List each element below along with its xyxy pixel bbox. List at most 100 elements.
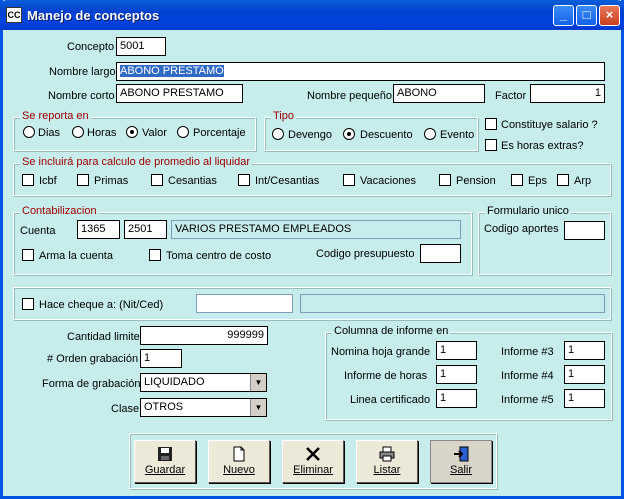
centro-costo-label: Toma centro de costo [166, 250, 272, 262]
clase-value: OTROS [144, 401, 184, 413]
radio-porcentaje-label: Porcentaje [193, 127, 246, 139]
radio-horas-label: Horas [87, 127, 117, 139]
listar-button[interactable]: Listar [356, 440, 418, 483]
orden-grabacion-input[interactable]: 1 [140, 349, 182, 368]
arp-label: Arp [574, 175, 592, 187]
close-button[interactable]: × [599, 5, 620, 26]
promedio-title: Se incluirá para calculo de promedio al … [20, 156, 253, 168]
constituye-salario-checkbox[interactable] [485, 118, 497, 130]
nuevo-button[interactable]: Nuevo [208, 440, 270, 483]
icbf-checkbox[interactable] [22, 174, 34, 186]
radio-evento-label: Evento [440, 129, 475, 141]
save-icon [158, 447, 172, 461]
nombre-largo-input[interactable]: ABONO PRESTAMO [116, 62, 605, 81]
nombre-largo-value: ABONO PRESTAMO [120, 65, 224, 77]
tipo-title: Tipo [271, 110, 296, 122]
centro-costo-checkbox[interactable] [149, 249, 161, 261]
linea-certificado-input[interactable]: 1 [436, 389, 477, 408]
hace-cheque-label: Hace cheque a: (Nit/Ced) [39, 299, 164, 311]
vacaciones-label: Vacaciones [360, 175, 417, 187]
radio-horas[interactable] [72, 126, 84, 138]
nombre-largo-label: Nombre largo [49, 66, 116, 78]
informe3-input[interactable]: 1 [564, 341, 605, 360]
cantidad-limite-label: Cantidad limite [67, 331, 140, 343]
radio-descuento-label: Descuento [360, 129, 413, 141]
minimize-button[interactable]: _ [553, 5, 574, 26]
cuenta2-input[interactable]: 2501 [124, 220, 167, 239]
factor-label: Factor [495, 90, 527, 102]
pension-checkbox[interactable] [439, 174, 451, 186]
radio-devengo[interactable] [272, 128, 284, 140]
eps-checkbox[interactable] [511, 174, 523, 186]
reporta-title: Se reporta en [20, 110, 91, 122]
radio-dias[interactable] [23, 126, 35, 138]
cesantias-checkbox[interactable] [151, 174, 163, 186]
concepto-input[interactable]: 5001 [116, 37, 166, 56]
arp-checkbox[interactable] [557, 174, 569, 186]
radio-descuento[interactable] [343, 128, 355, 140]
informe5-label: Informe #5 [501, 394, 554, 406]
cuenta-label: Cuenta [20, 225, 56, 237]
arma-cuenta-checkbox[interactable] [22, 249, 34, 261]
icbf-label: Icbf [39, 175, 57, 187]
linea-certificado-label: Linea certificado [350, 394, 431, 406]
chevron-down-icon[interactable]: ▼ [250, 374, 266, 391]
nomina-hoja-input[interactable]: 1 [436, 341, 477, 360]
radio-valor[interactable] [126, 126, 138, 138]
maximize-button[interactable]: □ [576, 5, 597, 26]
app-icon: CC [6, 7, 22, 23]
arma-cuenta-label: Arma la cuenta [39, 250, 113, 262]
forma-grabacion-select[interactable]: LIQUIDADO ▼ [140, 373, 267, 392]
horas-extras-label: Es horas extras? [501, 140, 584, 152]
guardar-button[interactable]: Guardar [134, 440, 196, 483]
nombre-corto-input[interactable]: ABONO PRESTAMO [116, 84, 243, 103]
vacaciones-checkbox[interactable] [343, 174, 355, 186]
clase-select[interactable]: OTROS ▼ [140, 398, 267, 417]
pension-label: Pension [456, 175, 496, 187]
cheque-nit-input[interactable] [196, 294, 293, 313]
radio-evento[interactable] [424, 128, 436, 140]
primas-checkbox[interactable] [77, 174, 89, 186]
main-window: CC Manejo de conceptos _ □ × Concepto 50… [0, 0, 624, 499]
cheque-nombre-field [300, 294, 605, 313]
radio-porcentaje[interactable] [177, 126, 189, 138]
codigo-presupuesto-input[interactable] [420, 244, 461, 263]
horas-extras-checkbox[interactable] [485, 139, 497, 151]
new-document-icon [233, 446, 245, 462]
informe4-input[interactable]: 1 [564, 365, 605, 384]
nomina-hoja-label: Nomina hoja grande [331, 346, 431, 358]
informe4-label: Informe #4 [501, 370, 554, 382]
window-title: Manejo de conceptos [27, 8, 160, 23]
nombre-pequeno-input[interactable]: ABONO [393, 84, 485, 103]
eps-label: Eps [528, 175, 547, 187]
informe5-input[interactable]: 1 [564, 389, 605, 408]
radio-devengo-label: Devengo [288, 129, 333, 141]
chevron-down-icon[interactable]: ▼ [250, 399, 266, 416]
eliminar-button[interactable]: Eliminar [282, 440, 344, 483]
guardar-label: Guardar [144, 464, 186, 476]
radio-valor-label: Valor [142, 127, 167, 139]
codigo-aportes-label: Codigo aportes [484, 223, 559, 235]
hace-cheque-checkbox[interactable] [22, 298, 34, 310]
codigo-aportes-input[interactable] [564, 221, 605, 240]
nombre-corto-label: Nombre corto [48, 90, 115, 102]
exit-door-icon [454, 446, 469, 462]
contabilizacion-title: Contabilizacion [20, 205, 99, 217]
factor-input[interactable]: 1 [530, 84, 605, 103]
cuenta1-input[interactable]: 1365 [77, 220, 120, 239]
title-bar[interactable]: CC Manejo de conceptos _ □ × [0, 0, 624, 30]
radio-dias-label: Dias [38, 127, 61, 139]
constituye-salario-label: Constituye salario ? [501, 119, 598, 131]
concepto-label: Concepto [67, 41, 115, 53]
informe3-label: Informe #3 [501, 346, 554, 358]
salir-button[interactable]: Salir [430, 440, 492, 483]
salir-label: Salir [449, 464, 472, 476]
nuevo-label: Nuevo [223, 464, 255, 476]
int-cesantias-checkbox[interactable] [238, 174, 250, 186]
cantidad-limite-input[interactable]: 999999 [140, 326, 268, 345]
informe-horas-input[interactable]: 1 [436, 365, 477, 384]
eliminar-label: Eliminar [293, 464, 333, 476]
informe-horas-label: Informe de horas [344, 370, 428, 382]
forma-grabacion-label: Forma de grabación [42, 378, 141, 390]
cuenta-descripcion: VARIOS PRESTAMO EMPLEADOS [171, 220, 461, 239]
